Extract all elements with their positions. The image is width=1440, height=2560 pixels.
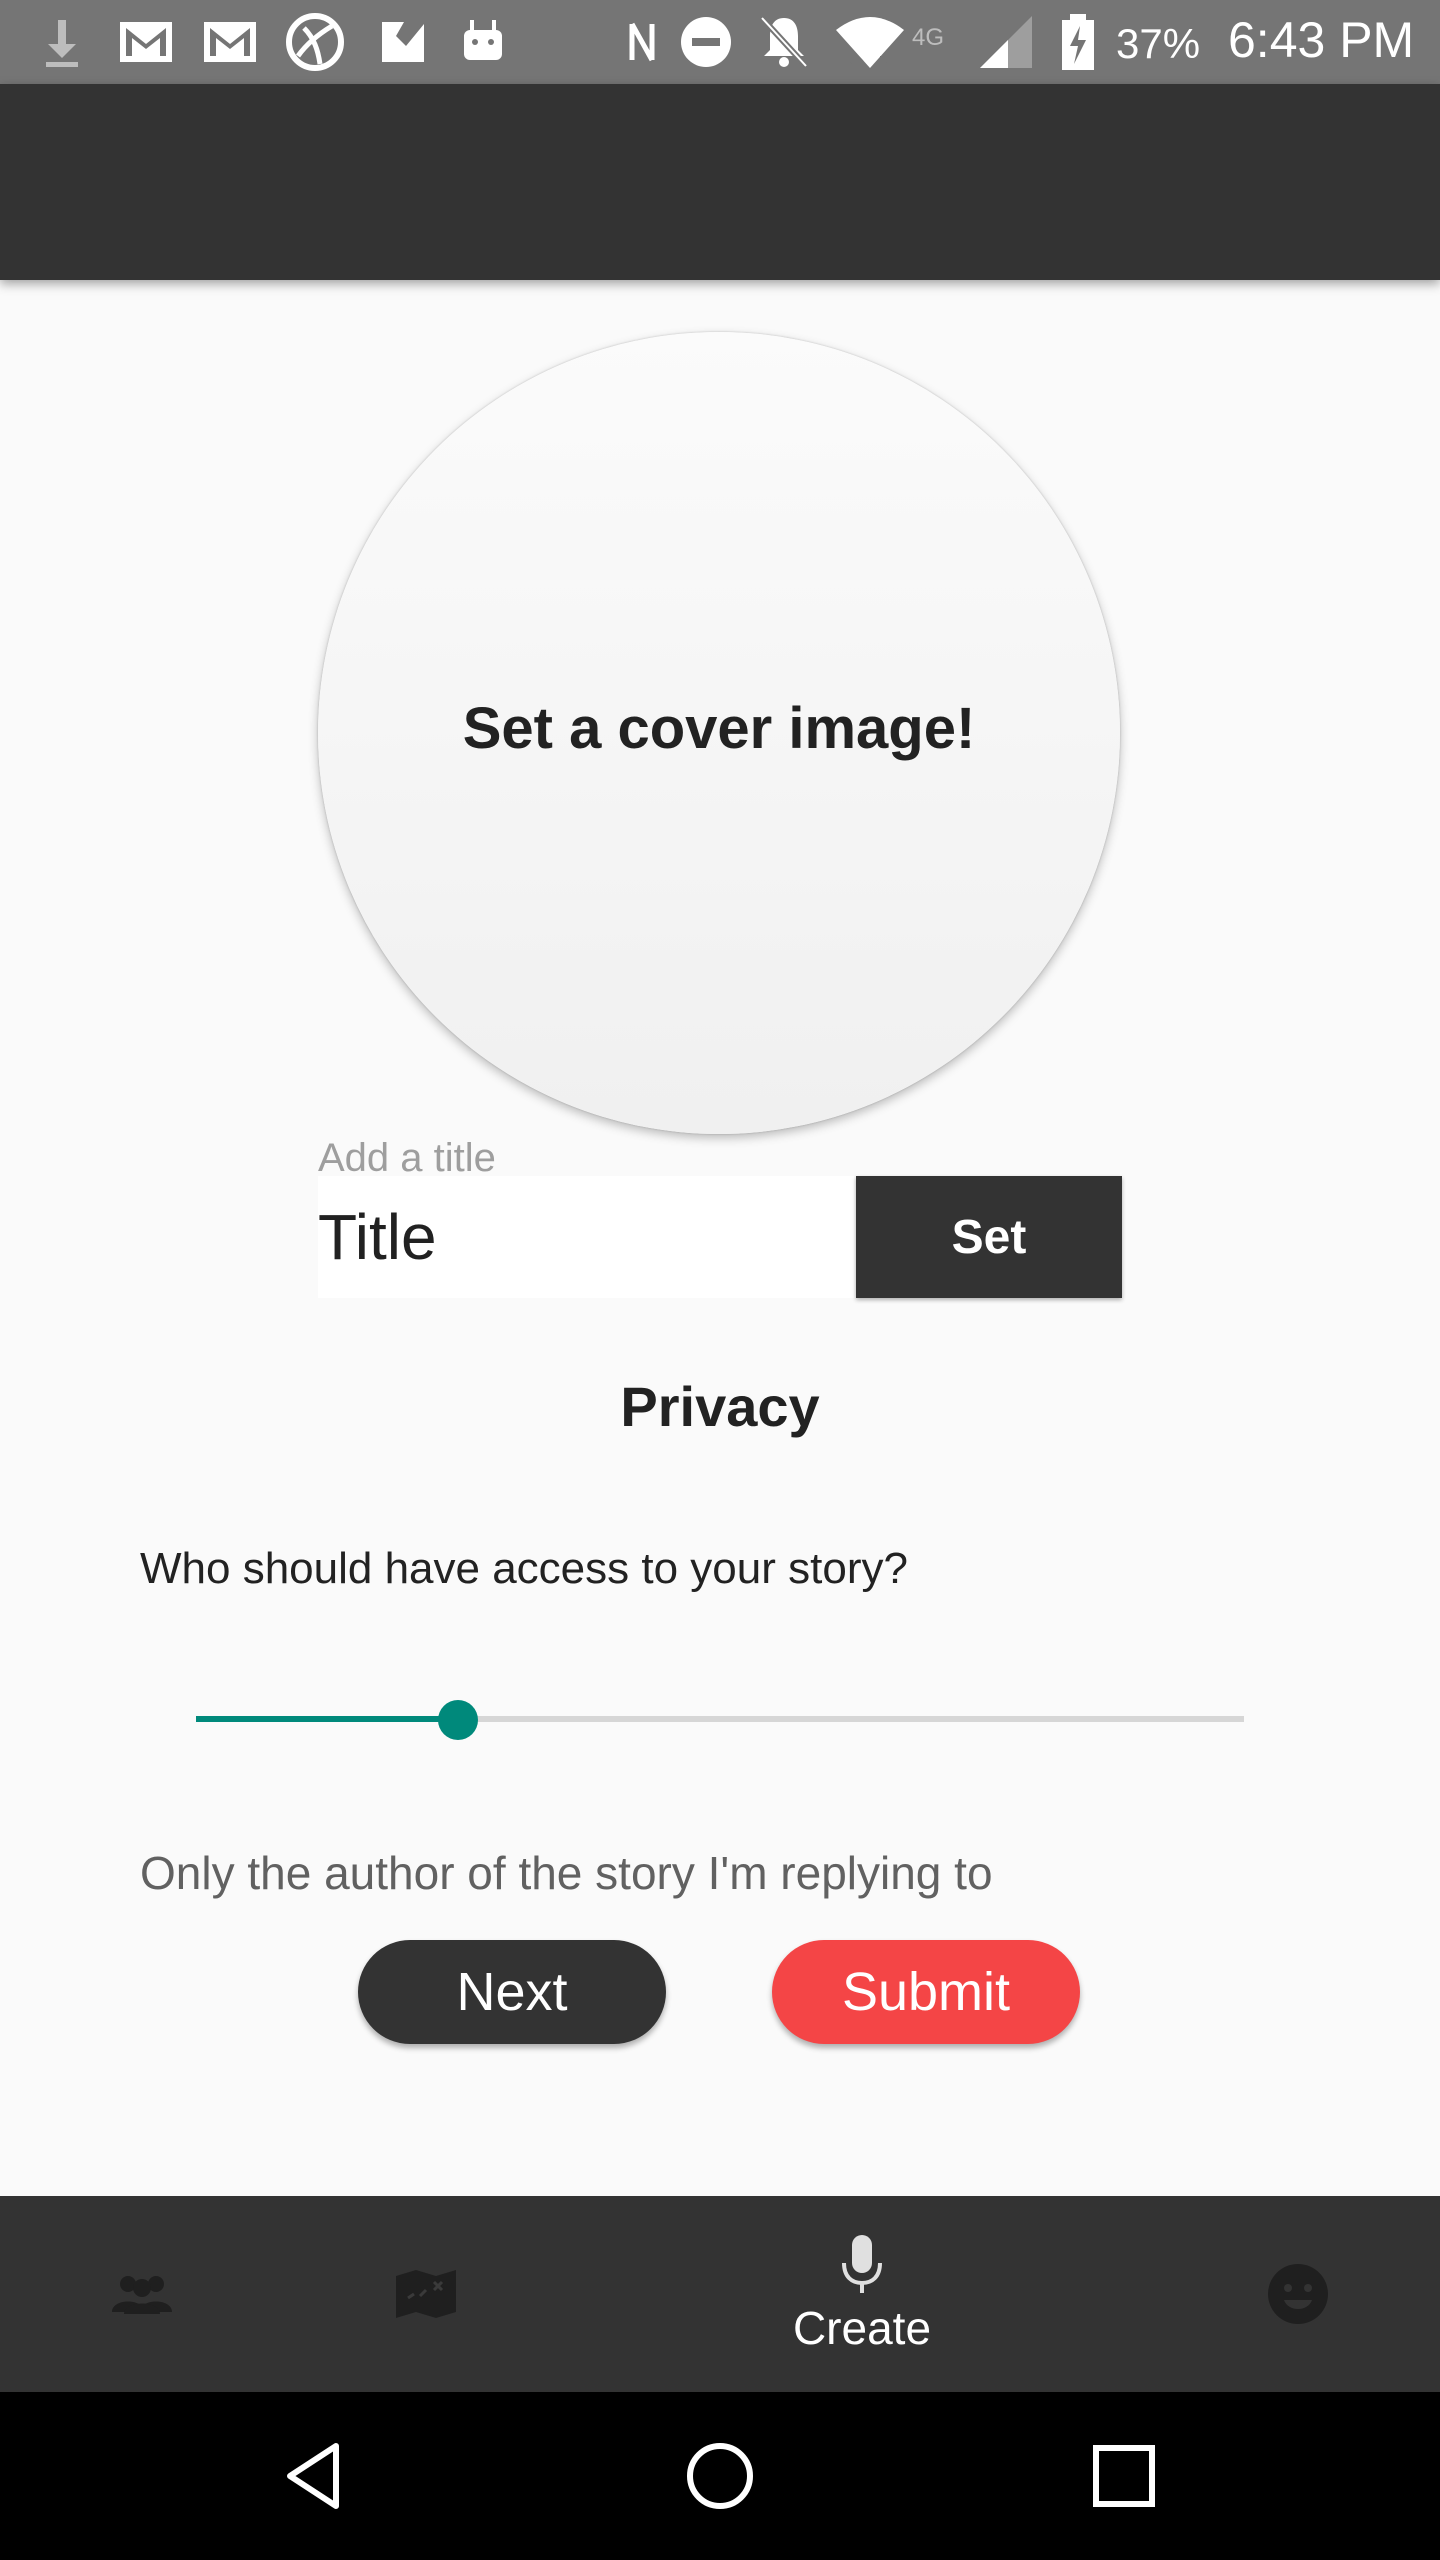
system-navigation-bar	[0, 2392, 1440, 2560]
microphone-icon	[842, 2235, 882, 2293]
clock-time: 6:43 PM	[1228, 12, 1415, 68]
do-not-disturb-icon	[681, 17, 731, 67]
battery-percent: 37%	[1116, 20, 1201, 67]
access-level-description: Only the author of the story I'm replyin…	[140, 1847, 993, 1899]
submit-button[interactable]: Submit	[772, 1940, 1080, 2044]
access-question: Who should have access to your story?	[140, 1544, 908, 1593]
battery-charging-icon	[1062, 14, 1094, 70]
title-field-hint: Add a title	[318, 1136, 496, 1180]
gmail-icon	[120, 22, 172, 62]
cover-image-prompt: Set a cover image!	[462, 695, 976, 761]
slider-fill	[196, 1716, 458, 1722]
nav-item-create[interactable]: Create	[762, 2196, 962, 2392]
android-icon	[464, 20, 502, 60]
bottom-navigation: Create	[0, 2196, 1440, 2392]
nav-item-map[interactable]	[376, 2196, 476, 2392]
network-type-label: 4G	[912, 24, 945, 51]
home-icon[interactable]	[680, 2436, 760, 2516]
people-icon	[112, 2276, 172, 2314]
status-bar: 4G 37% 6:43 PM	[0, 0, 1440, 84]
app-bar	[0, 84, 1440, 280]
back-icon[interactable]	[276, 2436, 356, 2516]
download-icon	[46, 20, 78, 67]
wifi-icon	[836, 17, 904, 72]
smiley-icon	[1268, 2264, 1328, 2324]
slider-thumb[interactable]	[438, 1700, 478, 1740]
next-button[interactable]: Next	[358, 1940, 666, 2044]
nav-item-people[interactable]	[92, 2196, 192, 2392]
map-icon	[396, 2270, 456, 2318]
privacy-slider[interactable]	[196, 1700, 1244, 1740]
signal-icon	[980, 16, 1032, 68]
privacy-heading: Privacy	[620, 1375, 820, 1438]
nav-item-create-label: Create	[792, 2302, 932, 2354]
nav-item-profile[interactable]	[1248, 2196, 1348, 2392]
title-input[interactable]	[318, 1176, 854, 1298]
notifications-off-icon	[759, 15, 809, 69]
browser-icon	[286, 13, 344, 71]
cover-image-picker[interactable]: Set a cover image!	[318, 332, 1120, 1134]
check-icon	[382, 22, 424, 62]
set-title-button[interactable]: Set	[856, 1176, 1122, 1298]
nfc-icon	[629, 22, 655, 62]
gmail-icon	[204, 22, 256, 62]
recents-icon[interactable]	[1084, 2436, 1164, 2516]
